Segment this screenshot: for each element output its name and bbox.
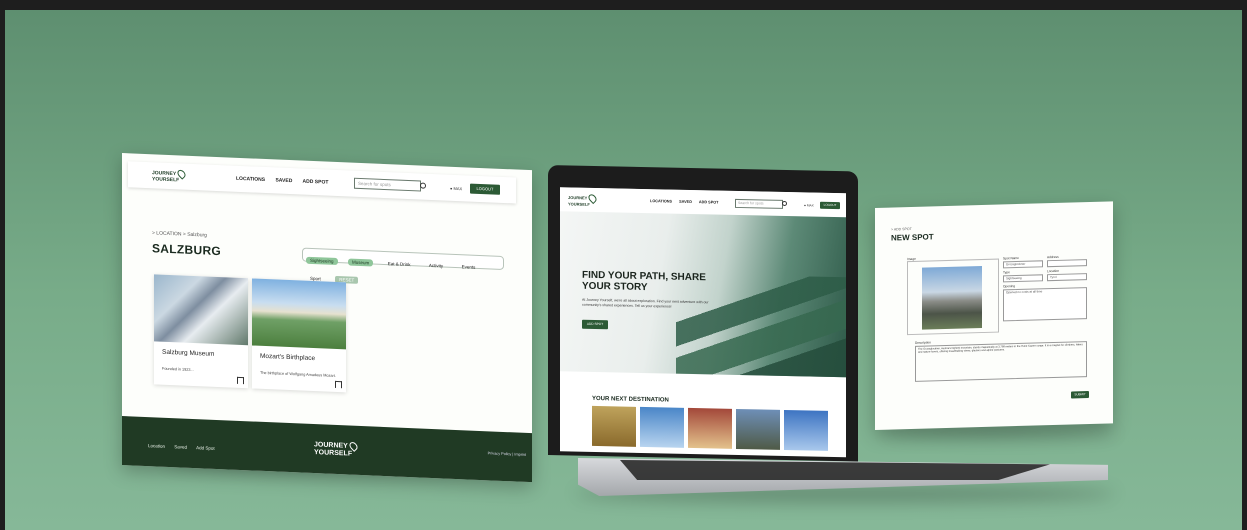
mountain-photo: [922, 266, 982, 330]
image-upload-area[interactable]: [907, 258, 999, 336]
top-navbar: JOURNEY YOURSELF LOCATIONS SAVED ADD SPO…: [128, 161, 516, 204]
address-field[interactable]: [1047, 259, 1087, 268]
search-icon[interactable]: [782, 200, 787, 207]
destination-thumbnail[interactable]: [592, 405, 636, 447]
hero-subtitle: At Journey Yourself, we're all about exp…: [582, 297, 709, 309]
type-label: Type: [1003, 270, 1010, 275]
footer-link-saved[interactable]: Saved: [174, 444, 187, 450]
user-menu[interactable]: ● MAX: [450, 186, 462, 192]
logout-button[interactable]: LOGOUT: [470, 183, 500, 195]
search-input[interactable]: Search for spots: [735, 198, 783, 209]
filter-activity[interactable]: Activity: [425, 262, 447, 270]
right-screen-shadow: [885, 428, 1115, 438]
nav-link-locations[interactable]: LOCATIONS: [236, 176, 265, 183]
nav-link-add-spot[interactable]: ADD SPOT: [303, 179, 329, 186]
nav-link-add-spot[interactable]: ADD SPOT: [699, 200, 719, 204]
search-icon[interactable]: [420, 182, 426, 189]
logout-button[interactable]: LOGOUT: [820, 201, 840, 210]
address-label: Address: [1047, 254, 1059, 260]
nav-links: LOCATIONS SAVED ADD SPOT: [236, 176, 337, 186]
site-footer: Location Saved Add Spot JOURNEY YOURSELF…: [122, 416, 532, 483]
breadcrumb: > ADD SPOT: [891, 226, 912, 232]
user-menu[interactable]: ● MAX: [804, 203, 814, 207]
nav-links: LOCATIONS SAVED ADD SPOT: [650, 199, 725, 205]
spot-name-field[interactable]: Grossglockner: [1003, 260, 1043, 269]
description-label: Description: [915, 340, 931, 345]
location-select[interactable]: Tyrol: [1047, 273, 1087, 282]
logo[interactable]: JOURNEY YOURSELF: [152, 168, 200, 184]
laptop-keyboard: [620, 460, 1050, 480]
destination-thumbnail[interactable]: [640, 406, 684, 448]
filter-museum[interactable]: Museum: [347, 258, 374, 267]
page-title: SALZBURG: [152, 241, 222, 259]
filter-events[interactable]: Events: [458, 263, 480, 271]
page-title: NEW SPOT: [891, 232, 934, 243]
hero-title: FIND YOUR PATH, SHARE YOUR STORY: [582, 269, 706, 294]
filter-eat-drink[interactable]: Eat & Drink: [384, 260, 415, 268]
spot-title: Mozart's Birthplace: [260, 352, 316, 363]
spot-description: The birthplace of Wolfgang Amadeus Mozar…: [260, 370, 336, 378]
location-label: Location: [1047, 268, 1060, 274]
hero-banner: FIND YOUR PATH, SHARE YOUR STORY At Jour…: [560, 211, 846, 378]
nav-link-saved[interactable]: SAVED: [275, 177, 292, 184]
description-textarea[interactable]: The Grossglockner, Austria's highest mou…: [915, 341, 1087, 382]
spot-image: [252, 278, 346, 350]
home-page-screen: JOURNEY YOURSELF LOCATIONS SAVED ADD SPO…: [560, 187, 846, 458]
search-input[interactable]: Search for spots: [354, 177, 421, 192]
destination-thumbnail[interactable]: [784, 409, 828, 451]
nav-link-locations[interactable]: LOCATIONS: [650, 199, 672, 203]
submit-button[interactable]: SUBMIT: [1071, 391, 1089, 399]
destination-thumbnail[interactable]: [688, 407, 732, 449]
spot-card[interactable]: Mozart's Birthplace The birthplace of Wo…: [252, 278, 346, 393]
footer-link-location[interactable]: Location: [148, 443, 165, 449]
location-page-screen: JOURNEY YOURSELF LOCATIONS SAVED ADD SPO…: [122, 153, 532, 483]
footer-link-add-spot[interactable]: Add Spot: [196, 445, 215, 451]
bookmark-icon[interactable]: [237, 376, 244, 385]
spot-title: Salzburg Museum: [162, 348, 215, 358]
spot-name-label: Spot Name: [1003, 255, 1019, 261]
mockup-stage: JOURNEY YOURSELF LOCATIONS SAVED ADD SPO…: [5, 10, 1242, 530]
spot-image: [154, 274, 248, 346]
add-spot-button[interactable]: ADD SPOT: [582, 319, 608, 330]
bookmark-icon[interactable]: [335, 380, 342, 389]
footer-links: Location Saved Add Spot: [148, 443, 223, 451]
footer-logo[interactable]: JOURNEY YOURSELF: [314, 440, 374, 459]
legal-links[interactable]: Privacy Policy | Imprint: [488, 451, 526, 457]
opening-field[interactable]: Opened no costs at all time: [1003, 287, 1087, 322]
logo[interactable]: JOURNEY YOURSELF: [568, 192, 608, 207]
destination-carousel: [592, 405, 832, 456]
nav-link-saved[interactable]: SAVED: [679, 200, 692, 204]
spot-description: Founded in 1923...: [162, 366, 194, 373]
add-spot-screen: > ADD SPOT NEW SPOT Image Spot Name Gros…: [875, 201, 1113, 430]
laptop-lid: JOURNEY YOURSELF LOCATIONS SAVED ADD SPO…: [548, 165, 858, 462]
opening-label: Opening: [1003, 284, 1016, 289]
category-filter-bar: Sightseeing Museum Eat & Drink Activity …: [302, 247, 504, 284]
section-title: YOUR NEXT DESTINATION: [592, 395, 669, 404]
spot-card[interactable]: Salzburg Museum Founded in 1923...: [154, 274, 248, 389]
breadcrumb: > LOCATION > Salzburg: [152, 230, 207, 239]
type-select[interactable]: Sightseeing: [1003, 274, 1043, 283]
destination-thumbnail[interactable]: [736, 408, 780, 450]
filter-sightseeing[interactable]: Sightseeing: [306, 256, 338, 266]
